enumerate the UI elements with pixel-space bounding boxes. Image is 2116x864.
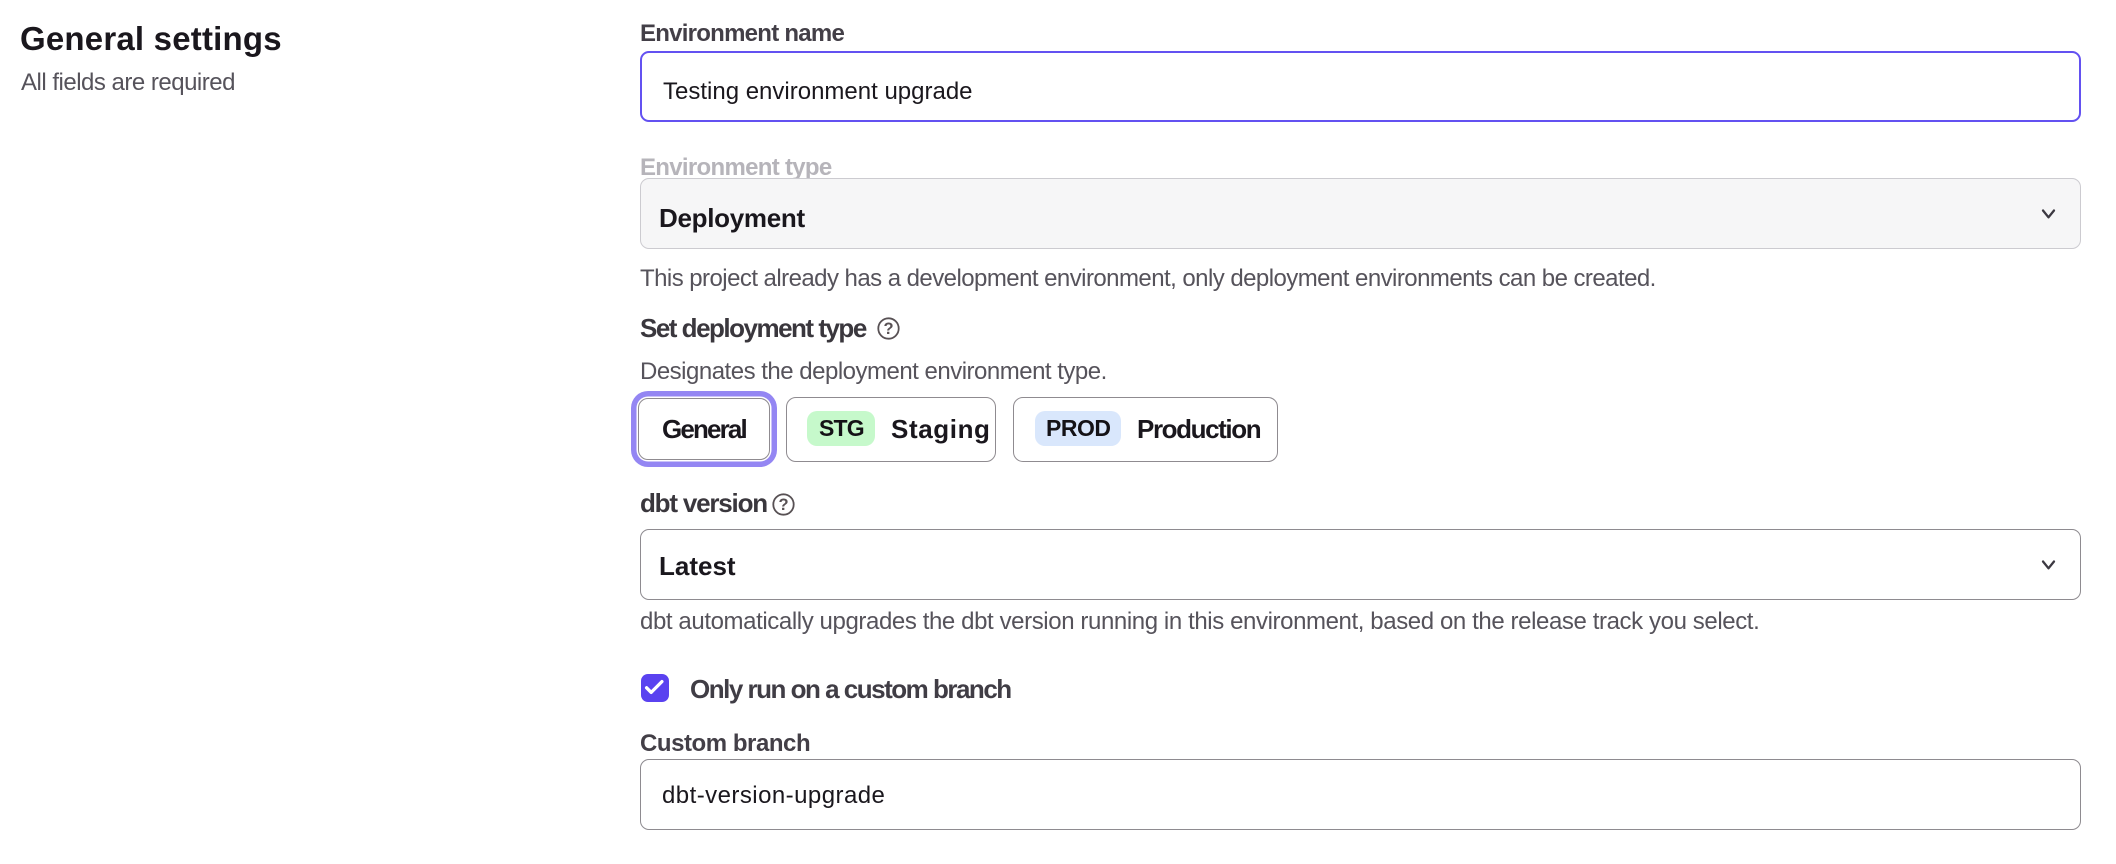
svg-text:?: ?	[778, 496, 788, 514]
svg-text:?: ?	[883, 320, 893, 338]
